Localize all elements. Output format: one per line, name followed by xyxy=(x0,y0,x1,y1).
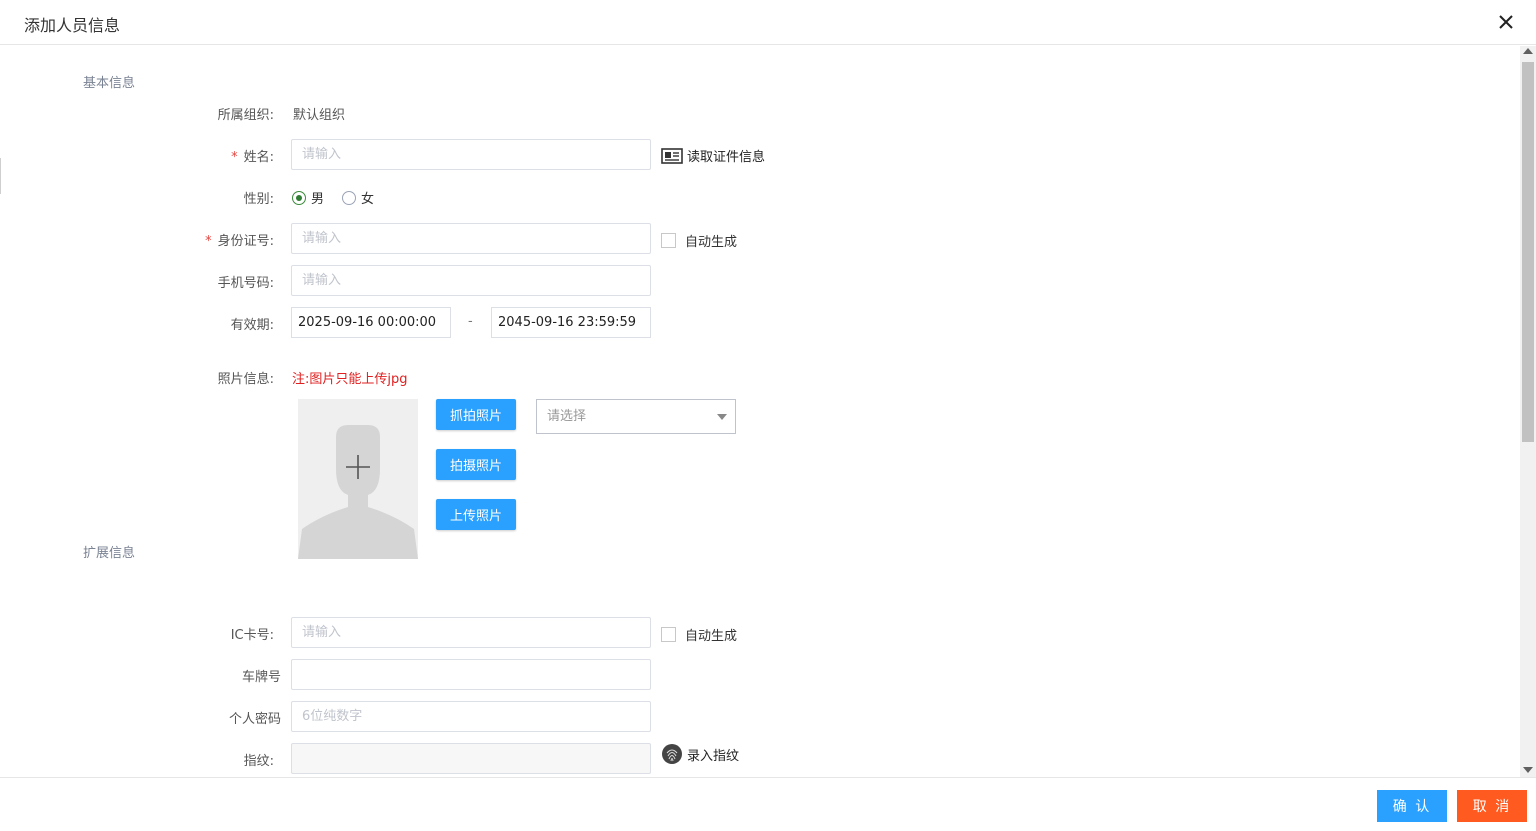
name-label-wrap: * 姓名: xyxy=(84,146,274,165)
org-value: 默认组织 xyxy=(293,108,346,123)
validity-label: 有效期: xyxy=(230,318,274,333)
section-basic-title: 基本信息 xyxy=(83,76,136,91)
gender-label: 性别: xyxy=(243,192,274,207)
vertical-scrollbar[interactable] xyxy=(1520,46,1536,777)
read-id-label: 读取证件信息 xyxy=(687,150,766,165)
phone-input[interactable] xyxy=(291,265,651,296)
enroll-fingerprint-label: 录入指纹 xyxy=(687,748,740,764)
photo-label: 照片信息: xyxy=(217,372,274,387)
dialog-footer: 确 认 取 消 xyxy=(0,777,1536,831)
dialog-header: 添加人员信息 xyxy=(0,0,1536,45)
gender-option-male: 男 xyxy=(311,192,325,207)
name-label: 姓名: xyxy=(243,150,274,165)
id-number-input[interactable] xyxy=(291,223,651,254)
radio-circle xyxy=(292,190,306,205)
close-button[interactable] xyxy=(1496,12,1516,32)
scroll-down-icon[interactable] xyxy=(1523,767,1533,773)
enroll-fingerprint-button[interactable]: 录入指纹 xyxy=(661,743,739,765)
scroll-up-icon[interactable] xyxy=(1523,48,1533,54)
chevron-down-icon xyxy=(717,414,727,420)
required-mark: * xyxy=(205,234,212,249)
fingerprint-icon xyxy=(662,744,682,764)
dialog-body: 基本信息 所属组织: 默认组织 * 姓名: 读取证件信息 性别: 男 xyxy=(0,46,1520,777)
plate-label: 车牌号 xyxy=(241,670,281,685)
checkbox-box xyxy=(661,627,676,642)
ic-auto-generate-label: 自动生成 xyxy=(685,629,738,644)
ic-auto-generate-checkbox[interactable]: 自动生成 xyxy=(661,625,737,644)
checkbox-box xyxy=(661,233,676,248)
org-label: 所属组织: xyxy=(217,108,274,123)
password-input[interactable] xyxy=(291,701,651,732)
id-number-label: 身份证号: xyxy=(217,234,274,249)
plate-input[interactable] xyxy=(291,659,651,690)
gender-radio-male[interactable]: 男 xyxy=(292,188,324,207)
fingerprint-label: 指纹: xyxy=(243,754,274,769)
validity-start-input[interactable]: 2025-09-16 00:00:00 xyxy=(291,307,451,338)
name-input[interactable] xyxy=(291,139,651,170)
close-icon xyxy=(1499,15,1513,29)
phone-label: 手机号码: xyxy=(217,276,274,291)
id-number-label-wrap: * 身份证号: xyxy=(84,230,274,249)
photo-note: 注:图片只能上传jpg xyxy=(292,372,408,387)
read-id-button[interactable]: 读取证件信息 xyxy=(661,146,765,165)
required-mark: * xyxy=(231,150,238,165)
gender-option-female: 女 xyxy=(361,192,375,207)
id-card-icon xyxy=(661,147,683,164)
gender-radio-group: 男 女 xyxy=(292,188,392,207)
avatar-placeholder-icon xyxy=(298,425,418,559)
ic-card-input[interactable] xyxy=(291,617,651,648)
id-auto-generate-checkbox[interactable]: 自动生成 xyxy=(661,231,737,250)
password-label: 个人密码 xyxy=(228,712,281,727)
confirm-button[interactable]: 确 认 xyxy=(1377,790,1447,822)
fingerprint-input xyxy=(291,743,651,774)
camera-select[interactable]: 请选择 xyxy=(536,399,736,434)
section-extended-title: 扩展信息 xyxy=(83,546,136,561)
ic-card-label: IC卡号: xyxy=(230,628,274,643)
validity-end-input[interactable]: 2045-09-16 23:59:59 xyxy=(491,307,651,338)
camera-select-placeholder: 请选择 xyxy=(547,409,587,424)
add-person-dialog: 添加人员信息 基本信息 所属组织: 默认组织 * 姓名: 读取证件信息 xyxy=(0,0,1536,831)
cancel-button[interactable]: 取 消 xyxy=(1457,790,1527,822)
upload-photo-button[interactable]: 上传照片 xyxy=(436,499,516,530)
dialog-title: 添加人员信息 xyxy=(24,16,121,35)
capture-photo-button[interactable]: 抓拍照片 xyxy=(436,399,516,430)
left-edge-divider xyxy=(0,158,1,194)
validity-separator: - xyxy=(468,314,473,329)
photo-preview[interactable] xyxy=(298,399,418,559)
gender-radio-female[interactable]: 女 xyxy=(342,188,374,207)
radio-circle xyxy=(342,190,357,205)
shoot-photo-button[interactable]: 拍摄照片 xyxy=(436,449,516,480)
scrollbar-thumb[interactable] xyxy=(1522,62,1534,442)
id-auto-generate-label: 自动生成 xyxy=(685,235,738,250)
